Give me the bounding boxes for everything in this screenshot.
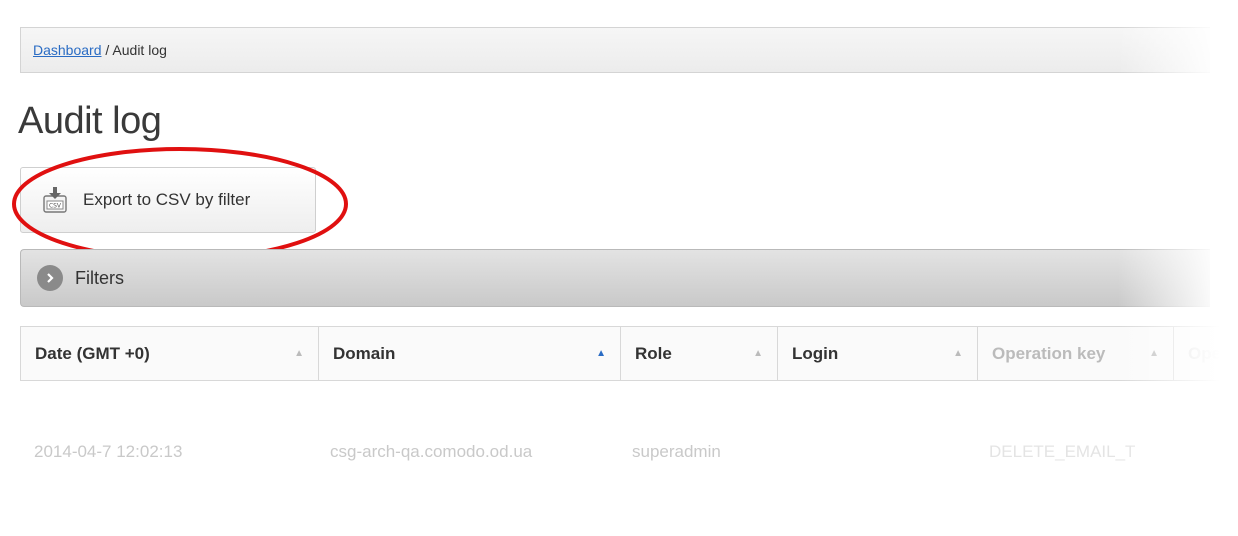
sort-arrow-icon: ▲ xyxy=(596,348,606,359)
cell-domain: csg-arch-qa.comodo.od.ua xyxy=(330,442,533,461)
cell-operation-key: DELETE_EMAIL_T xyxy=(989,442,1136,461)
column-header-role[interactable]: Role ▲ xyxy=(621,327,778,380)
sort-arrow-icon: ▲ xyxy=(294,348,304,359)
breadcrumb-separator: / xyxy=(101,42,113,58)
breadcrumb: Dashboard / Audit log xyxy=(20,27,1210,73)
csv-export-icon: CSV xyxy=(41,186,69,214)
column-header-date[interactable]: Date (GMT +0) ▲ xyxy=(21,327,319,380)
breadcrumb-current: Audit log xyxy=(112,42,167,58)
column-header-operation-key[interactable]: Operation key ▲ xyxy=(978,327,1174,380)
export-csv-button[interactable]: CSV Export to CSV by filter xyxy=(20,167,316,233)
sort-arrow-icon: ▲ xyxy=(1149,348,1159,359)
export-csv-label: Export to CSV by filter xyxy=(83,190,251,209)
sort-arrow-icon: ▲ xyxy=(953,348,963,359)
table-header: Date (GMT +0) ▲ Domain ▲ Role ▲ Login ▲ Oper… xyxy=(20,326,1238,381)
chevron-right-icon xyxy=(37,265,63,291)
column-header-domain[interactable]: Domain ▲ xyxy=(319,327,621,380)
breadcrumb-dashboard-link[interactable]: Dashboard xyxy=(33,42,102,58)
table-row[interactable]: 2014-04-7 12:02:13 csg-arch-qa.comodo.od… xyxy=(20,422,1238,482)
svg-text:CSV: CSV xyxy=(49,203,62,210)
column-header-login[interactable]: Login ▲ xyxy=(778,327,978,380)
cell-role: superadmin xyxy=(632,442,721,461)
page-title: Audit log xyxy=(18,100,162,142)
filters-panel-toggle[interactable]: Filters xyxy=(20,249,1210,307)
filters-label: Filters xyxy=(75,267,124,288)
sort-arrow-icon: ▲ xyxy=(753,348,763,359)
column-header-operation[interactable]: Ope xyxy=(1174,327,1238,380)
cell-date: 2014-04-7 12:02:13 xyxy=(34,442,183,461)
audit-log-table: Date (GMT +0) ▲ Domain ▲ Role ▲ Login ▲ Oper… xyxy=(20,326,1238,506)
